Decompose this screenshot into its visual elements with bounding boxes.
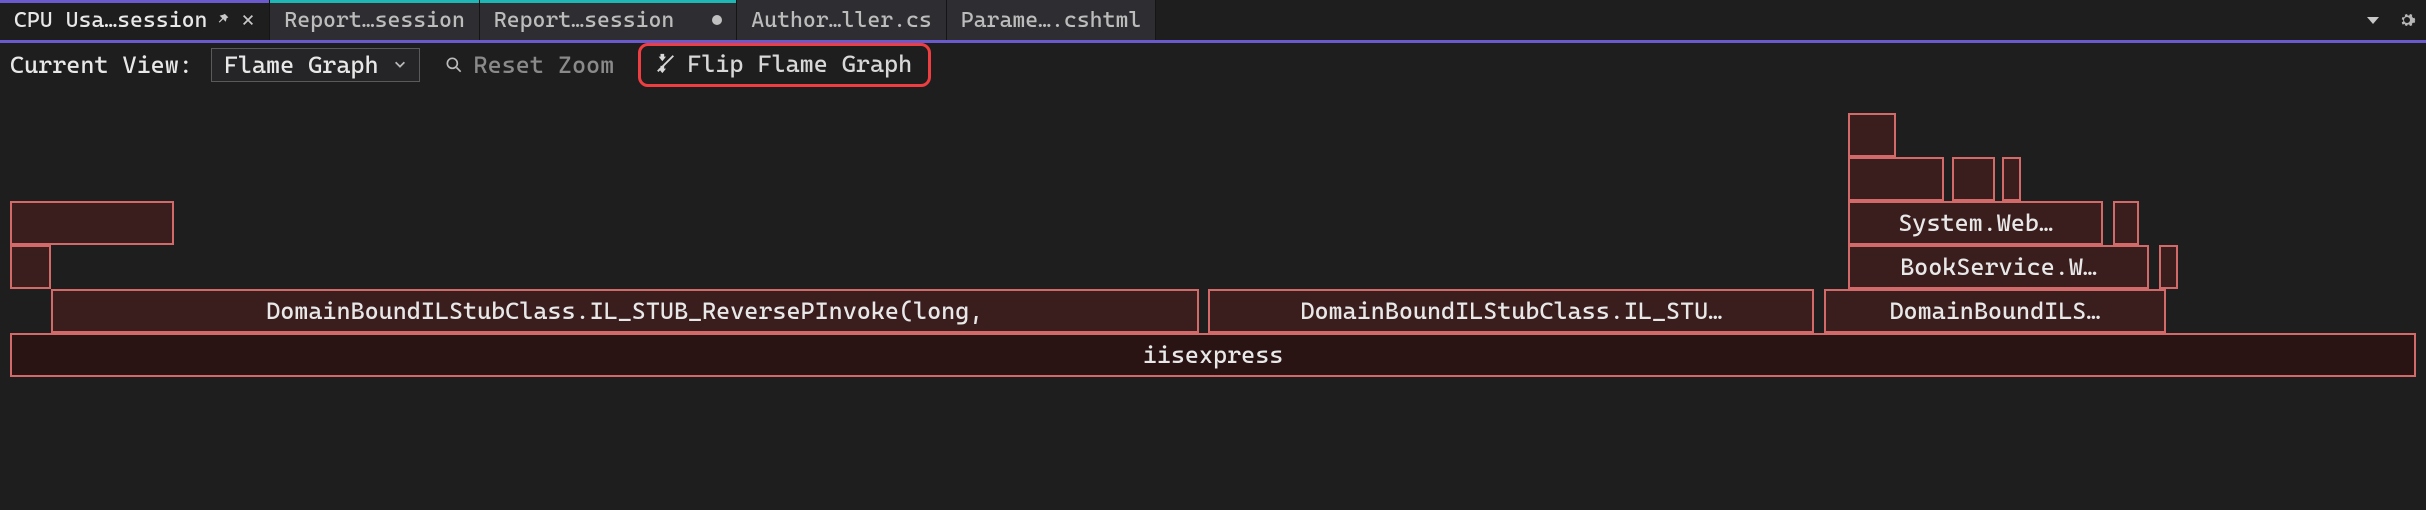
- tab-bar-actions: [2356, 0, 2426, 40]
- flip-flame-button[interactable]: Flip Flame Graph: [649, 48, 918, 80]
- flame-block-label: System.Web…: [1898, 209, 2053, 237]
- flame-row: [10, 157, 2416, 201]
- flame-block[interactable]: [10, 245, 51, 289]
- flame-block[interactable]: [2002, 157, 2021, 201]
- tab-label: CPU Usa…session: [14, 8, 207, 33]
- flame-block[interactable]: [1848, 157, 1944, 201]
- flame-block[interactable]: [1848, 113, 1896, 157]
- flip-flame-label: Flip Flame Graph: [687, 50, 912, 78]
- tab-accent: [270, 0, 478, 3]
- flame-block[interactable]: [2159, 245, 2178, 289]
- flip-flame-highlight: Flip Flame Graph: [638, 43, 931, 87]
- reset-zoom-label: Reset Zoom: [474, 51, 615, 79]
- flame-block-label: BookService.W…: [1900, 253, 2097, 281]
- flame-block-label: iisexpress: [1143, 341, 1284, 369]
- flame-row: DomainBoundILStubClass.IL_STUB_ReversePI…: [10, 289, 2416, 333]
- flame-block[interactable]: BookService.W…: [1848, 245, 2149, 289]
- flame-block[interactable]: [10, 201, 174, 245]
- flame-block-label: DomainBoundILS…: [1889, 297, 2100, 325]
- dropdown-value: Flame Graph: [224, 51, 379, 79]
- flame-row: [10, 113, 2416, 157]
- tab-label: Author…ller.cs: [751, 8, 931, 33]
- tab-parame-cshtml[interactable]: Parame….cshtml: [947, 0, 1156, 40]
- flame-row: BookService.W…: [10, 245, 2416, 289]
- tab-author-controller[interactable]: Author…ller.cs: [737, 0, 946, 40]
- flame-graph[interactable]: iisexpress DomainBoundILStubClass.IL_STUB…: [0, 87, 2426, 507]
- flame-block[interactable]: System.Web…: [1848, 201, 2103, 245]
- view-dropdown[interactable]: Flame Graph: [211, 48, 420, 82]
- tab-label: Parame….cshtml: [961, 8, 1141, 33]
- flame-block[interactable]: DomainBoundILStubClass.IL_STU…: [1208, 289, 1814, 333]
- reset-zoom-button[interactable]: Reset Zoom: [438, 49, 621, 81]
- flame-block[interactable]: iisexpress: [10, 333, 2416, 377]
- gear-icon[interactable]: [2398, 11, 2416, 29]
- current-view-label: Current View:: [10, 51, 193, 79]
- flame-row: iisexpress: [10, 333, 2416, 377]
- close-icon[interactable]: [241, 13, 255, 27]
- tab-bar: CPU Usa…session Report…session Report…se…: [0, 0, 2426, 40]
- tab-overflow-icon[interactable]: [2366, 13, 2384, 27]
- tab-report-2[interactable]: Report…session: [480, 0, 737, 40]
- magnifier-icon: [444, 55, 464, 75]
- dirty-indicator-icon: [712, 15, 722, 25]
- toolbar: Current View: Flame Graph Reset Zoom Fli…: [0, 43, 2426, 87]
- flame-block[interactable]: DomainBoundILStubClass.IL_STUB_ReversePI…: [51, 289, 1199, 333]
- tab-accent: [480, 0, 736, 3]
- flame-block-label: DomainBoundILStubClass.IL_STUB_ReversePI…: [266, 297, 983, 325]
- tab-bar-spacer: [1156, 0, 2356, 40]
- flame-block-label: DomainBoundILStubClass.IL_STU…: [1300, 297, 1722, 325]
- tab-accent: [0, 0, 269, 3]
- flame-block[interactable]: DomainBoundILS…: [1824, 289, 2166, 333]
- tab-label: Report…session: [494, 8, 674, 33]
- tab-report-1[interactable]: Report…session: [270, 0, 479, 40]
- flame-block[interactable]: [1952, 157, 1995, 201]
- tab-cpu-usage[interactable]: CPU Usa…session: [0, 0, 270, 40]
- tab-label: Report…session: [284, 8, 464, 33]
- chevron-down-icon: [393, 56, 407, 75]
- pin-icon[interactable]: [217, 13, 231, 27]
- flame-row: System.Web…: [10, 201, 2416, 245]
- flip-icon: [655, 53, 677, 75]
- flame-block[interactable]: [2113, 201, 2139, 245]
